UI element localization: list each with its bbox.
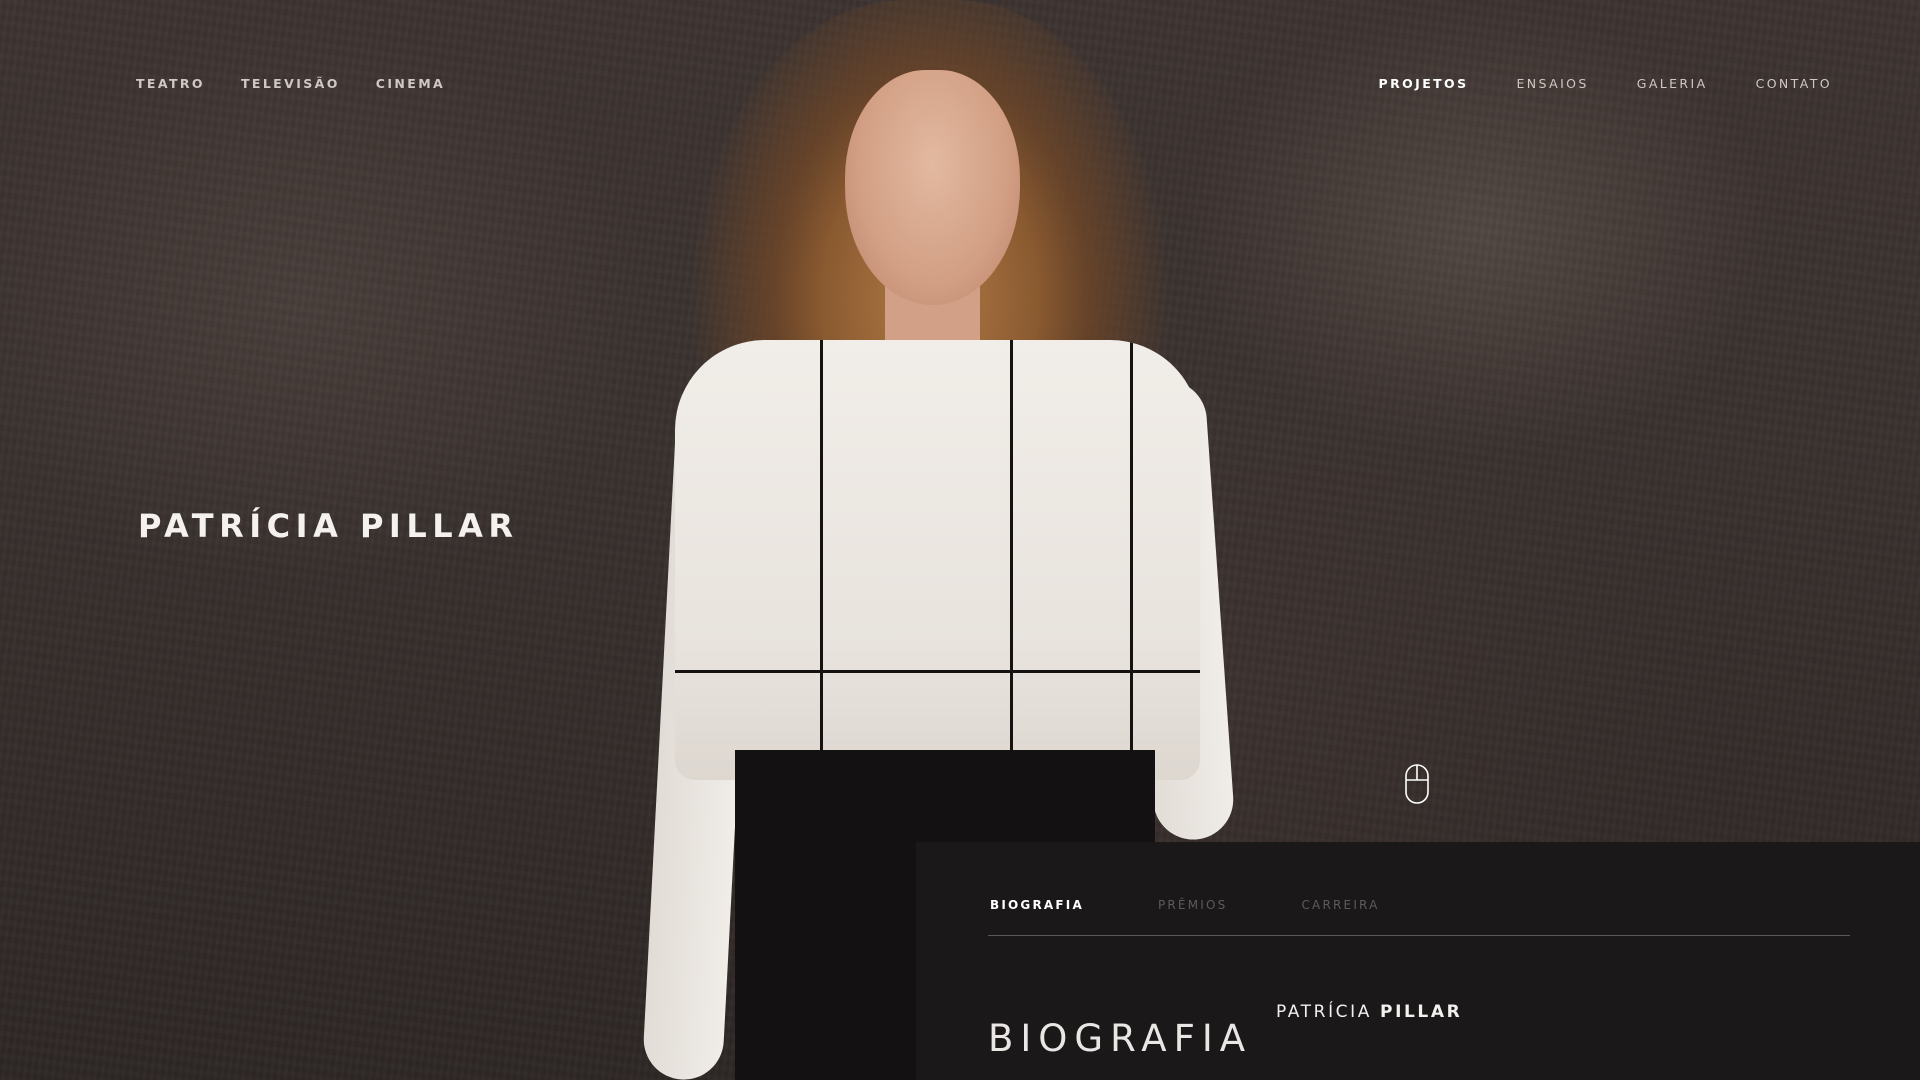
mouse-icon[interactable] — [1405, 764, 1429, 804]
portrait-blouse — [675, 340, 1200, 780]
panel-tabs: BIOGRAFIA PRÊMIOS CARREIRA — [990, 898, 1454, 912]
hero-name: PATRÍCIA PILLAR — [138, 507, 519, 545]
nav-item-televisao[interactable]: TELEVISÃO — [241, 76, 340, 91]
hero-first-name: PATRÍCIA — [138, 507, 344, 546]
hero-last-name: PILLAR — [359, 507, 519, 546]
nav-item-contato[interactable]: CONTATO — [1756, 76, 1832, 91]
nav-item-cinema[interactable]: CINEMA — [376, 76, 445, 91]
tab-carreira[interactable]: CARREIRA — [1301, 898, 1379, 912]
section-first-name: PATRÍCIA — [1276, 1002, 1372, 1022]
nav-item-projetos[interactable]: PROJETOS — [1379, 76, 1469, 91]
section-subtitle: PATRÍCIA PILLAR — [1276, 1002, 1462, 1022]
section-title: BIOGRAFIA — [988, 1016, 1253, 1060]
nav-item-teatro[interactable]: TEATRO — [136, 76, 205, 91]
biography-panel: BIOGRAFIA PRÊMIOS CARREIRA BIOGRAFIA PAT… — [916, 842, 1920, 1080]
tab-biografia[interactable]: BIOGRAFIA — [990, 898, 1084, 912]
section-last-name: PILLAR — [1380, 1002, 1463, 1022]
portrait-face — [845, 70, 1020, 305]
nav-right: PROJETOS ENSAIOS GALERIA CONTATO — [1331, 76, 1832, 91]
tab-premios[interactable]: PRÊMIOS — [1158, 898, 1228, 912]
tabs-divider — [988, 935, 1850, 936]
nav-left: TEATRO TELEVISÃO CINEMA — [136, 76, 481, 91]
nav-item-ensaios[interactable]: ENSAIOS — [1517, 76, 1589, 91]
nav-item-galeria[interactable]: GALERIA — [1637, 76, 1708, 91]
